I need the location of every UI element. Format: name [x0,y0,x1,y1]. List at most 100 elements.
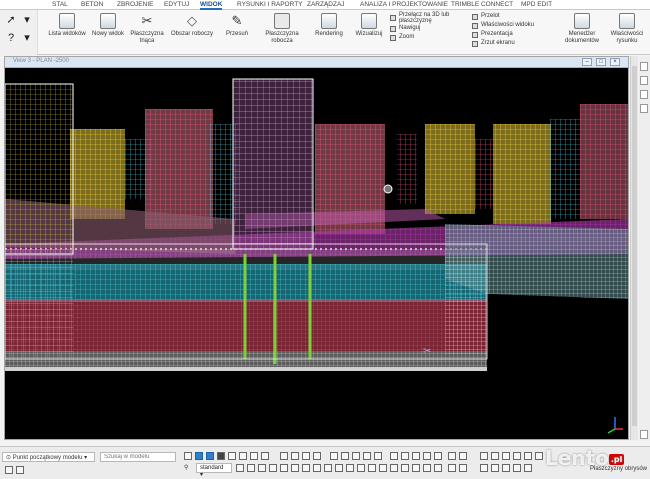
filter-icon[interactable] [448,464,456,472]
panel-tab-icon[interactable] [640,76,648,85]
lista-widokow-button[interactable]: Lista widoków [46,13,88,38]
filter-icon[interactable] [313,464,321,472]
snap-icon[interactable] [341,452,349,460]
maximize-icon[interactable]: □ [596,58,606,66]
selection-switch-icon[interactable] [524,464,532,472]
menedzer-dokumentow-button[interactable]: Menedżer dokumentów [563,13,601,44]
filter-icon[interactable] [291,464,299,472]
menu-item-mpd-edit[interactable]: MPD EDIT [521,1,552,8]
selection-switch-icon[interactable] [502,452,510,460]
snap-setting-icon[interactable]: ⚲ [184,464,188,471]
close-icon[interactable]: × [610,58,620,66]
snap-icon[interactable] [412,452,420,460]
panel-tab-icon[interactable] [640,62,648,71]
nawiguj-button[interactable]: Nawiguj [390,24,449,33]
panel-tab-icon[interactable] [640,104,648,113]
filter-icon[interactable] [258,464,266,472]
standard-select[interactable]: standard ▾ [196,463,232,478]
przelot-button[interactable]: Przelot [472,12,534,21]
zrzut-ekranu-button[interactable]: Zrzut ekranu [472,39,534,48]
filter-icon[interactable] [236,464,244,472]
snap-icon[interactable] [330,452,338,460]
snap-icon[interactable] [206,452,214,460]
snap-icon[interactable] [423,452,431,460]
snap-icon[interactable] [217,452,225,460]
wlasciwosci-widoku-button[interactable]: Właściwości widoku [472,21,534,30]
filter-icon[interactable] [423,464,431,472]
zoom-button[interactable]: Zoom [390,33,449,42]
menu-item-beton[interactable]: BETON [81,1,103,8]
snap-icon[interactable] [280,452,288,460]
menu-item-edytuj[interactable]: EDYTUJ [164,1,189,8]
snap-icon[interactable] [302,452,310,460]
filter-icon[interactable] [434,464,442,472]
selection-switch-icon[interactable] [502,464,510,472]
filter-icon[interactable] [412,464,420,472]
menu-item-rysunki-i-raporty[interactable]: RYSUNKI I RAPORTY [237,1,303,8]
snap-icon[interactable] [459,452,467,460]
snap-icon[interactable] [195,452,203,460]
selection-switch-icon[interactable] [491,452,499,460]
snap-icon[interactable] [228,452,236,460]
filter-icon[interactable] [379,464,387,472]
minimize-icon[interactable]: – [582,58,592,66]
selection-switch-icon[interactable] [480,464,488,472]
chevron-down-icon[interactable]: ▾ [20,32,34,44]
przesun-button[interactable]: ✎ Przesuń [222,13,252,38]
snap-icon[interactable] [390,452,398,460]
rendering-button[interactable]: Rendering [313,13,345,38]
snap-icon[interactable] [313,452,321,460]
plaszczyzny-obrysow-label[interactable]: Płaszczyzny obrysów [590,466,647,472]
filter-icon[interactable] [247,464,255,472]
panel-tab-icon[interactable] [640,430,648,439]
menu-item-trimble-connect[interactable]: TRIMBLE CONNECT [451,1,513,8]
snap-icon[interactable] [261,452,269,460]
snap-icon[interactable] [184,452,192,460]
snap-icon[interactable] [291,452,299,460]
help-icon[interactable]: ? [4,32,18,44]
filter-icon[interactable] [459,464,467,472]
snap-icon[interactable] [448,452,456,460]
snap-icon[interactable] [250,452,258,460]
selection-switch-icon[interactable] [524,452,532,460]
filter-icon[interactable] [269,464,277,472]
add-icon[interactable] [5,466,13,474]
menu-item-zarzadzaj[interactable]: ZARZĄDZAJ [307,1,345,8]
menu-item-stal[interactable]: STAL [52,1,68,8]
filter-icon[interactable] [401,464,409,472]
filter-icon[interactable] [324,464,332,472]
filter-icon[interactable] [368,464,376,472]
wizualizuj-button[interactable]: Wizualizuj [354,13,384,38]
selection-switch-icon[interactable] [480,452,488,460]
filter-icon[interactable] [346,464,354,472]
filter-icon[interactable] [302,464,310,472]
menu-item-zbrojenie[interactable]: ZBROJENIE [117,1,153,8]
prezentacja-button[interactable]: Prezentacja [472,30,534,39]
filter-icon[interactable] [357,464,365,472]
scroll-thumb[interactable] [632,66,637,426]
filter-icon[interactable] [280,464,288,472]
selection-switch-icon[interactable] [513,452,521,460]
select-arrow-icon[interactable]: ➚ [4,14,18,26]
plaszczyzna-tnaca-button[interactable]: ✂ Płaszczyzna tnąca [130,13,164,44]
selection-switch-icon[interactable] [491,464,499,472]
model-3d-viewport[interactable]: ✂ [5,69,628,439]
snap-icon[interactable] [352,452,360,460]
rotation-center-icon[interactable] [383,184,393,194]
chevron-down-icon[interactable]: ▾ [20,14,34,26]
snap-icon[interactable] [401,452,409,460]
panel-tab-icon[interactable] [640,90,648,99]
tool-icon[interactable] [16,466,24,474]
wlasciwosci-rysunku-button[interactable]: Właściwości rysunku [608,13,646,44]
vertical-scrollbar[interactable] [630,56,638,440]
snap-icon[interactable] [374,452,382,460]
snap-icon[interactable] [434,452,442,460]
nowy-widok-button[interactable]: Nowy widok [90,13,126,38]
filter-icon[interactable] [390,464,398,472]
search-model-input[interactable] [100,452,176,462]
plaszczyzna-robocza-button[interactable]: Płaszczyzna robocza [263,13,301,44]
selection-switch-icon[interactable] [513,464,521,472]
selection-switch-icon[interactable] [535,452,543,460]
model-origin-select[interactable]: ⊙ Punkt początkowy modelu ▾ [2,452,95,462]
menu-item-widok[interactable]: WIDOK [200,1,223,10]
